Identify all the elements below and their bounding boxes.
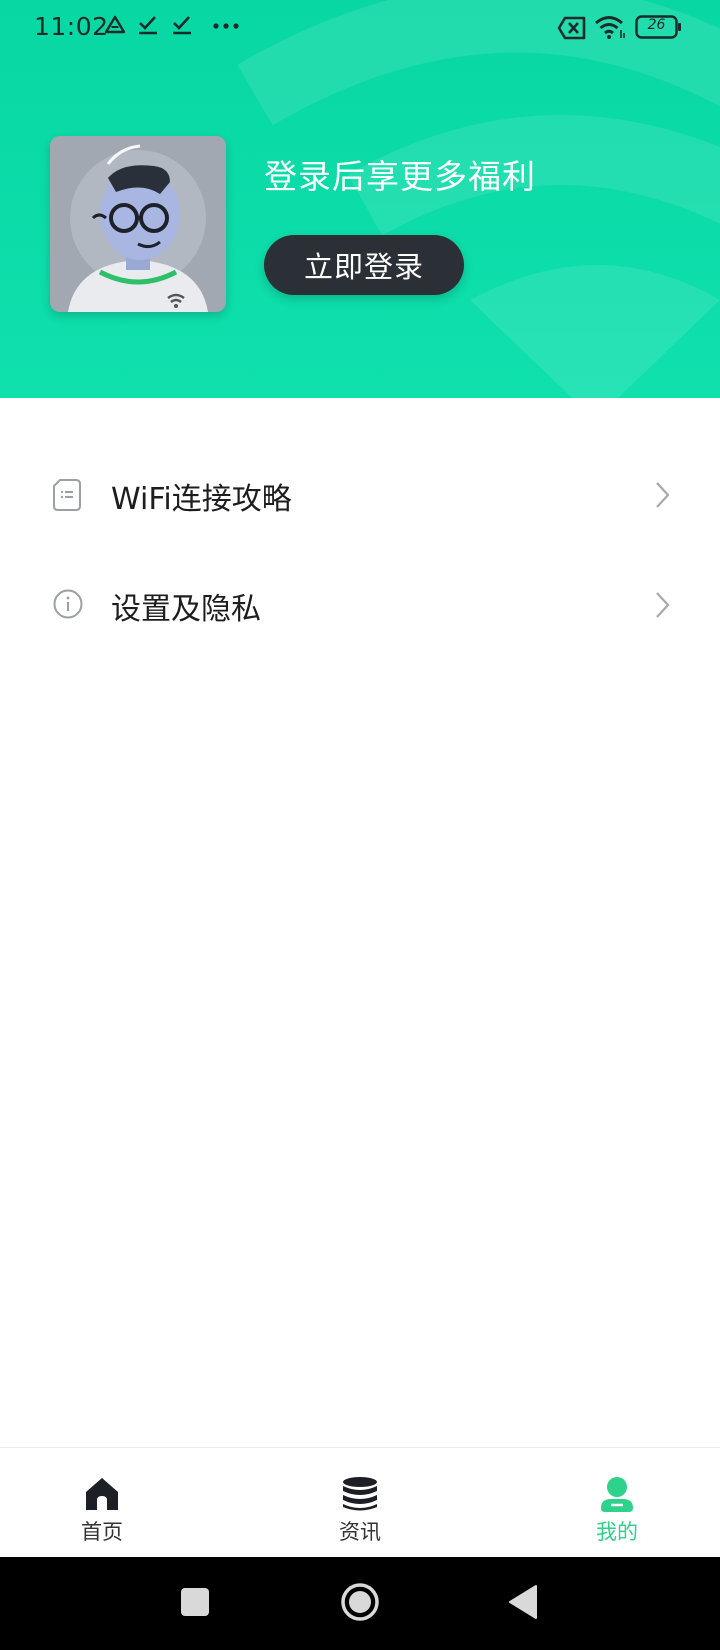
status-time: 11:02 [34,12,109,41]
check-icon [173,16,191,35]
back-button[interactable] [508,1584,538,1620]
tab-home[interactable]: 首页 [22,1448,182,1558]
chevron-right-icon [656,482,670,508]
login-prompt-text: 登录后享更多福利 [264,157,536,196]
menu-item-label: 设置及隐私 [111,592,261,627]
profile-header: 11:02 26 登录后享更多福利 立即登录 [0,0,720,398]
check-icon [139,16,157,35]
avatar-illustration [50,136,226,312]
tab-news-label: 资讯 [339,1520,381,1544]
more-dots-icon [213,23,239,29]
system-navigation-bar [0,1557,720,1650]
profile-icon [601,1477,633,1512]
home-icon [86,1478,118,1510]
tab-home-label: 首页 [81,1520,123,1544]
status-bar: 11:02 26 [0,0,720,56]
battery-level: 26 [647,17,666,33]
recent-apps-button[interactable] [180,1587,210,1617]
menu-item-label: WiFi连接攻略 [111,482,292,517]
chevron-right-icon [656,592,670,618]
database-icon [343,1477,377,1511]
home-button[interactable] [340,1582,380,1622]
tab-mine[interactable]: 我的 [537,1448,697,1558]
wifi-signal-icon [595,16,625,39]
document-icon [53,479,81,511]
login-button[interactable]: 立即登录 [264,235,464,295]
drive-icon [104,15,126,34]
avatar[interactable] [50,136,226,312]
tab-news[interactable]: 资讯 [280,1448,440,1558]
bottom-navigation: 首页 资讯 我的 [0,1447,720,1558]
no-sim-icon [557,16,586,40]
info-icon [53,589,83,619]
menu-item-settings-privacy[interactable]: 设置及隐私 [0,558,720,654]
menu-item-wifi-guide[interactable]: WiFi连接攻略 [0,448,720,544]
battery-icon: 26 [635,15,681,39]
tab-mine-label: 我的 [596,1520,638,1544]
